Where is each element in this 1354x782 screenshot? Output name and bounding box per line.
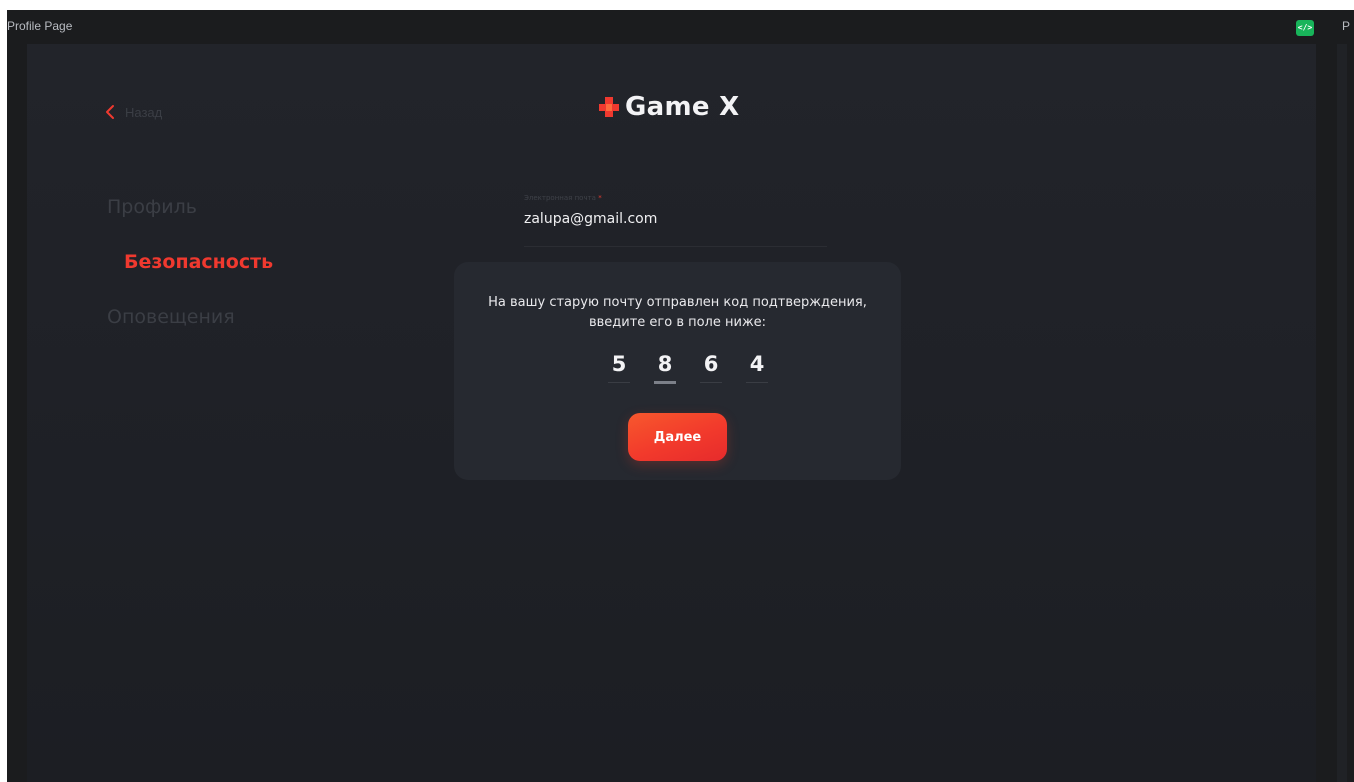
back-link[interactable]: Назад <box>105 104 162 120</box>
code-digit-value: 8 <box>657 352 673 376</box>
logo: Game X <box>597 92 740 122</box>
modal-message-line-2: введите его в поле ниже: <box>588 315 767 330</box>
code-digit-underline <box>700 382 722 383</box>
code-digit-value: 5 <box>611 352 627 376</box>
code-digit-value: 4 <box>749 352 765 376</box>
code-digit-underline <box>746 382 768 383</box>
code-digit-4[interactable]: 4 <box>735 349 779 389</box>
email-label-text: Электронная почта <box>524 194 596 202</box>
code-digit-3[interactable]: 6 <box>689 349 733 389</box>
gamepad-cross-icon <box>599 97 619 117</box>
profile-page-canvas: Назад Game X Профиль Безопасность Оповещ… <box>27 44 1316 782</box>
code-digit-value: 6 <box>703 352 719 376</box>
required-mark: * <box>598 194 602 202</box>
edge-letter: P <box>1342 19 1351 33</box>
code-icon[interactable]: </> <box>1296 20 1314 36</box>
right-panel-edge <box>1337 44 1347 782</box>
code-digit-2[interactable]: 8 <box>643 349 687 389</box>
verification-modal: На вашу старую почту отправлен код подтв… <box>454 262 901 480</box>
next-button[interactable]: Далее <box>628 413 727 461</box>
code-digit-underline <box>654 381 676 384</box>
modal-message: На вашу старую почту отправлен код подтв… <box>454 293 901 333</box>
modal-message-line-1: На вашу старую почту отправлен код подтв… <box>488 295 867 310</box>
sidebar-item-notifications[interactable]: Оповещения <box>107 306 235 328</box>
email-value: zalupa@gmail.com <box>524 211 658 227</box>
code-digit-1[interactable]: 5 <box>597 349 641 389</box>
email-label: Электронная почта * <box>524 194 827 202</box>
logo-text: Game X <box>625 92 740 122</box>
back-label: Назад <box>125 104 163 120</box>
email-field[interactable]: Электронная почта * zalupa@gmail.com <box>524 194 827 247</box>
chevron-left-icon <box>106 105 114 119</box>
code-digit-underline <box>608 382 630 383</box>
frame-title: Profile Page <box>7 19 73 33</box>
sidebar-item-security[interactable]: Безопасность <box>124 251 273 273</box>
editor-frame: Profile Page </> P Назад Game X Профиль … <box>7 10 1354 782</box>
sidebar-item-profile[interactable]: Профиль <box>107 196 197 218</box>
code-input[interactable]: 5 8 6 4 <box>597 349 779 389</box>
